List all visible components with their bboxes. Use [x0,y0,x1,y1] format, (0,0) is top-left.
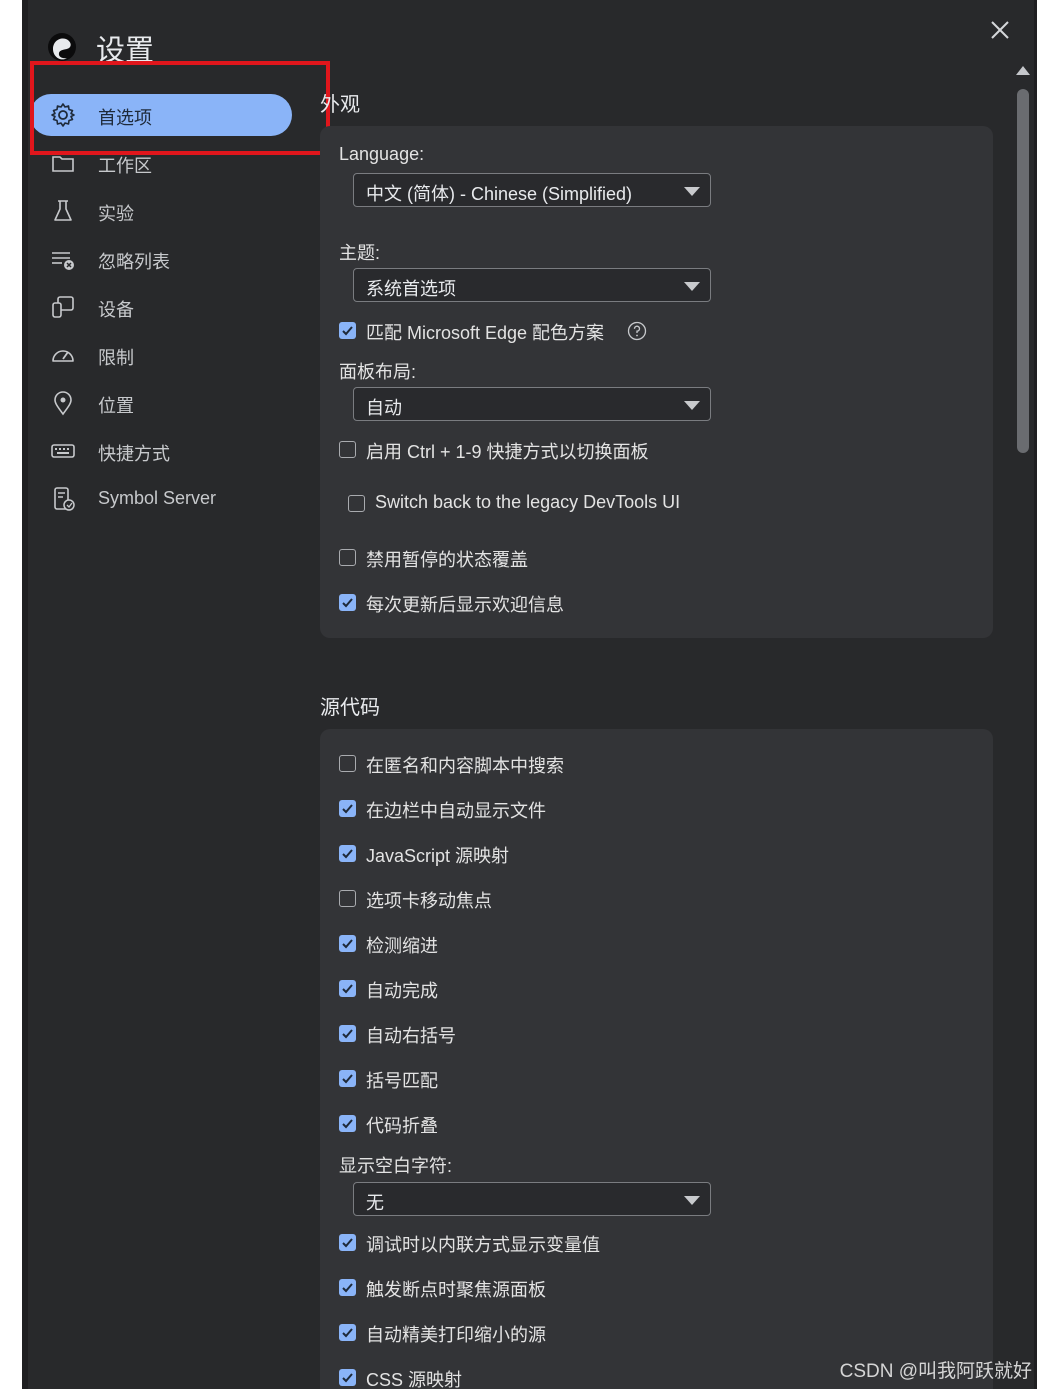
panel-layout-select-value: 自动 [366,398,402,418]
sidebar-item-label: 忽略列表 [98,252,170,272]
checkbox-checked[interactable] [339,594,356,611]
location-pin-icon [54,391,72,416]
sidebar-item-shortcuts[interactable]: 快捷方式 [30,430,292,472]
checkbox-label: 自动完成 [366,981,438,1001]
scroll-up-arrow[interactable] [1016,66,1030,75]
sidebar-item-devices[interactable]: 设备 [30,286,292,328]
checkbox-label: 在匿名和内容脚本中搜索 [366,756,564,776]
keyboard-icon [51,444,75,458]
checkbox-label: 在边栏中自动显示文件 [366,801,546,821]
dropdown-arrow-icon [684,282,700,291]
checkbox-checked[interactable] [339,980,356,997]
checkbox-label: 启用 Ctrl + 1-9 快捷方式以切换面板 [366,442,649,462]
checkbox-checked[interactable] [339,1369,356,1386]
sources-card: 在匿名和内容脚本中搜索 在边栏中自动显示文件 JavaScript 源映射 选项卡移动… [320,729,993,1389]
checkbox-checked[interactable] [339,1025,356,1042]
help-icon[interactable] [627,321,647,341]
ignore-list-icon [52,252,74,270]
dropdown-arrow-icon [684,1196,700,1205]
checkbox-checked[interactable] [339,1115,356,1132]
theme-label: 主题: [339,243,381,263]
checkbox-checked[interactable] [339,322,356,339]
language-label: Language: [339,144,425,164]
sidebar-item-label: Symbol Server [98,488,217,508]
sidebar-item-label: 限制 [98,348,134,368]
language-select-value: 中文 (简体) - Chinese (Simplified) [366,184,633,204]
sidebar-item-label: 位置 [98,396,134,416]
sidebar-item-experiments[interactable]: 实验 [30,190,292,232]
sidebar-item-symbol-server[interactable]: Symbol Server [30,478,292,520]
checkbox-unchecked[interactable] [339,549,356,566]
checkbox-checked[interactable] [339,1324,356,1341]
annotation-highlight-box [30,61,330,155]
sidebar-item-label: 快捷方式 [98,444,170,464]
settings-window: 设置 首选项 工作区 实验 忽略列表 设备 限制 位置 快捷方式 Symbol … [28,0,1034,1389]
theme-select[interactable]: 系统首选项 [353,268,711,302]
language-select[interactable]: 中文 (简体) - Chinese (Simplified) [353,173,711,207]
checkbox-label: 选项卡移动焦点 [366,891,492,911]
checkbox-label: JavaScript 源映射 [366,846,510,866]
symbol-server-icon [54,487,75,511]
checkbox-unchecked[interactable] [339,441,356,458]
checkbox-label: CSS 源映射 [366,1370,463,1389]
dropdown-arrow-icon [684,401,700,410]
dropdown-arrow-icon [684,187,700,196]
sidebar-item-locations[interactable]: 位置 [30,382,292,424]
section-title-appearance: 外观 [320,94,360,116]
panel-layout-label: 面板布局: [339,362,417,382]
sidebar-item-label: 工作区 [98,156,152,176]
checkbox-label: 检测缩进 [366,936,438,956]
checkbox-unchecked[interactable] [339,890,356,907]
checkbox-unchecked[interactable] [348,495,365,512]
section-title-sources: 源代码 [320,697,380,719]
checkbox-checked[interactable] [339,845,356,862]
appearance-card: Language: 中文 (简体) - Chinese (Simplified)… [320,126,993,638]
sidebar-item-label: 设备 [98,300,134,320]
whitespace-select-value: 无 [366,1193,384,1213]
scrollbar-thumb[interactable] [1017,89,1029,453]
whitespace-label: 显示空白字符: [339,1156,453,1176]
checkbox-label: Switch back to the legacy DevTools UI [375,492,681,512]
gauge-icon [52,350,74,362]
flask-icon [54,200,72,221]
close-icon[interactable] [986,16,1014,44]
checkbox-label: 调试时以内联方式显示变量值 [366,1235,600,1255]
checkbox-checked[interactable] [339,935,356,952]
checkbox-checked[interactable] [339,800,356,817]
checkbox-label: 每次更新后显示欢迎信息 [366,595,564,615]
checkbox-label: 自动精美打印缩小的源 [366,1325,546,1345]
sidebar-item-throttling[interactable]: 限制 [30,334,292,376]
checkbox-unchecked[interactable] [339,755,356,772]
devices-icon [52,296,74,318]
checkbox-checked[interactable] [339,1234,356,1251]
edge-logo-icon [48,33,76,61]
checkbox-label: 禁用暂停的状态覆盖 [366,550,528,570]
theme-select-value: 系统首选项 [366,279,456,299]
sidebar-item-ignore-list[interactable]: 忽略列表 [30,238,292,280]
checkbox-label: 匹配 Microsoft Edge 配色方案 [366,323,605,343]
panel-layout-select[interactable]: 自动 [353,387,711,421]
checkbox-label: 自动右括号 [366,1026,456,1046]
whitespace-select[interactable]: 无 [353,1182,711,1216]
checkbox-checked[interactable] [339,1070,356,1087]
watermark-text: CSDN @叫我阿跃就好 [839,1361,1032,1382]
checkbox-label: 括号匹配 [366,1071,438,1091]
checkbox-label: 触发断点时聚焦源面板 [366,1280,546,1300]
checkbox-checked[interactable] [339,1279,356,1296]
sidebar-item-label: 实验 [98,204,134,224]
checkbox-label: 代码折叠 [366,1116,438,1136]
